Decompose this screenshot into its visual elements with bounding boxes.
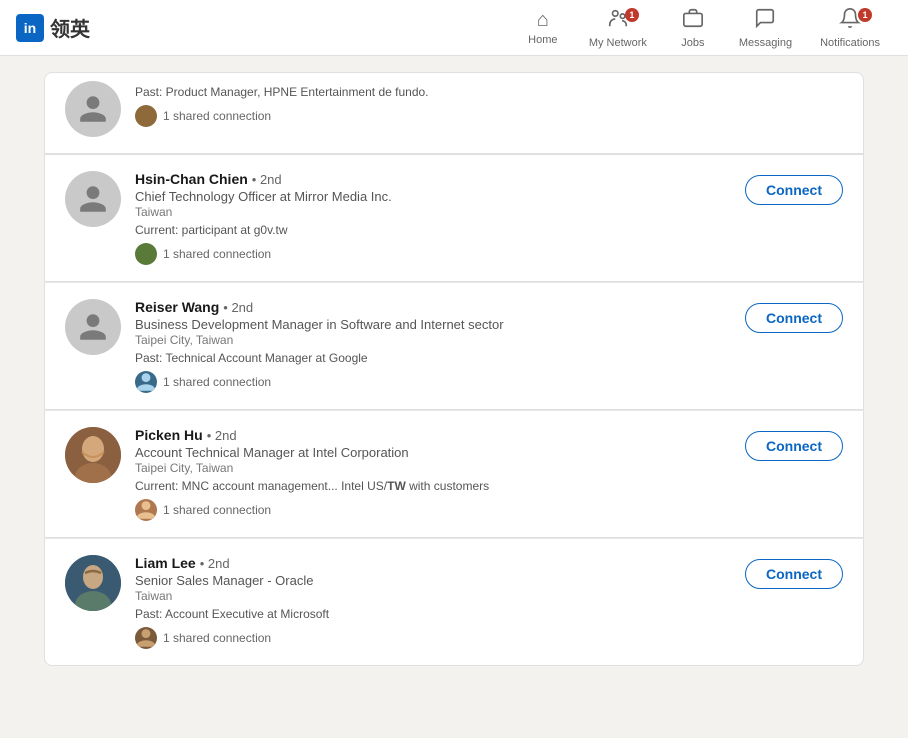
conn-text-picken: 1 shared connection xyxy=(163,503,271,517)
person-card-hsin-chan: Hsin-Chan Chien • 2nd Chief Technology O… xyxy=(44,154,864,282)
conn-avatar-hsin-chan xyxy=(135,243,157,265)
navbar: in 领英 ⌂ Home 1 My Network Jobs xyxy=(0,0,908,56)
nav-jobs-label: Jobs xyxy=(681,37,704,49)
avatar-liam xyxy=(65,555,121,611)
nav-network-label: My Network xyxy=(589,37,647,49)
partial-avatar xyxy=(65,81,121,137)
degree-reiser: • 2nd xyxy=(223,300,253,315)
name-line-hsin-chan: Hsin-Chan Chien • 2nd xyxy=(135,171,731,187)
jobs-icon xyxy=(682,7,704,35)
partial-card: Past: Product Manager, HPNE Entertainmen… xyxy=(44,72,864,154)
messaging-icon xyxy=(754,7,776,35)
nav-messaging[interactable]: Messaging xyxy=(727,0,804,56)
connection-picken: 1 shared connection xyxy=(135,499,731,521)
current-liam: Past: Account Executive at Microsoft xyxy=(135,607,731,621)
conn-text-reiser: 1 shared connection xyxy=(163,375,271,389)
degree-liam: • 2nd xyxy=(200,556,230,571)
person-card-reiser: Reiser Wang • 2nd Business Development M… xyxy=(44,282,864,410)
connection-hsin-chan: 1 shared connection xyxy=(135,243,731,265)
network-badge: 1 xyxy=(625,8,639,22)
avatar-hsin-chan xyxy=(65,171,121,227)
name-line-picken: Picken Hu • 2nd xyxy=(135,427,731,443)
connect-button-reiser[interactable]: Connect xyxy=(745,303,843,333)
people-list: Past: Product Manager, HPNE Entertainmen… xyxy=(44,56,864,682)
linkedin-icon: in xyxy=(16,14,44,42)
connect-button-liam[interactable]: Connect xyxy=(745,559,843,589)
current-picken: Current: MNC account management... Intel… xyxy=(135,479,731,493)
info-reiser: Reiser Wang • 2nd Business Development M… xyxy=(135,299,731,393)
title-liam: Senior Sales Manager - Oracle xyxy=(135,573,731,588)
info-liam: Liam Lee • 2nd Senior Sales Manager - Or… xyxy=(135,555,731,649)
nav-home-label: Home xyxy=(528,34,557,46)
person-card-picken: Picken Hu • 2nd Account Technical Manage… xyxy=(44,410,864,538)
name-liam: Liam Lee xyxy=(135,555,196,571)
nav-messaging-label: Messaging xyxy=(739,37,792,49)
title-hsin-chan: Chief Technology Officer at Mirror Media… xyxy=(135,189,731,204)
person-card-liam: Liam Lee • 2nd Senior Sales Manager - Or… xyxy=(44,538,864,666)
name-hsin-chan: Hsin-Chan Chien xyxy=(135,171,248,187)
location-reiser: Taipei City, Taiwan xyxy=(135,333,731,347)
name-picken: Picken Hu xyxy=(135,427,203,443)
avatar-picken xyxy=(65,427,121,483)
partial-conn-text: 1 shared connection xyxy=(163,109,271,123)
nav-home[interactable]: ⌂ Home xyxy=(513,0,573,56)
nav-jobs[interactable]: Jobs xyxy=(663,0,723,56)
info-hsin-chan: Hsin-Chan Chien • 2nd Chief Technology O… xyxy=(135,171,731,265)
partial-connection: 1 shared connection xyxy=(135,105,843,127)
conn-text-hsin-chan: 1 shared connection xyxy=(163,247,271,261)
notifications-icon xyxy=(839,7,861,35)
location-picken: Taipei City, Taiwan xyxy=(135,461,731,475)
connect-button-picken[interactable]: Connect xyxy=(745,431,843,461)
conn-avatar-reiser xyxy=(135,371,157,393)
location-liam: Taiwan xyxy=(135,589,731,603)
partial-info: Past: Product Manager, HPNE Entertainmen… xyxy=(135,81,843,127)
connection-reiser: 1 shared connection xyxy=(135,371,731,393)
name-reiser: Reiser Wang xyxy=(135,299,219,315)
conn-avatar-picken xyxy=(135,499,157,521)
partial-conn-avatar xyxy=(135,105,157,127)
location-hsin-chan: Taiwan xyxy=(135,205,731,219)
conn-avatar-liam xyxy=(135,627,157,649)
current-reiser: Past: Technical Account Manager at Googl… xyxy=(135,351,731,365)
logo-text: 领英 xyxy=(50,13,90,42)
logo[interactable]: in 领英 xyxy=(16,13,90,42)
connect-button-hsin-chan[interactable]: Connect xyxy=(745,175,843,205)
nav-my-network[interactable]: 1 My Network xyxy=(577,0,659,56)
conn-text-liam: 1 shared connection xyxy=(163,631,271,645)
nav-notifications-label: Notifications xyxy=(820,37,880,49)
degree-picken: • 2nd xyxy=(207,428,237,443)
home-icon: ⌂ xyxy=(537,9,549,32)
name-line-liam: Liam Lee • 2nd xyxy=(135,555,731,571)
partial-past: Past: Product Manager, HPNE Entertainmen… xyxy=(135,85,843,99)
avatar-reiser xyxy=(65,299,121,355)
title-reiser: Business Development Manager in Software… xyxy=(135,317,731,332)
title-picken: Account Technical Manager at Intel Corpo… xyxy=(135,445,731,460)
connection-liam: 1 shared connection xyxy=(135,627,731,649)
current-hsin-chan: Current: participant at g0v.tw xyxy=(135,223,731,237)
nav-notifications[interactable]: 1 Notifications xyxy=(808,0,892,56)
notifications-badge: 1 xyxy=(858,8,872,22)
info-picken: Picken Hu • 2nd Account Technical Manage… xyxy=(135,427,731,521)
name-line-reiser: Reiser Wang • 2nd xyxy=(135,299,731,315)
degree-hsin-chan: • 2nd xyxy=(252,172,282,187)
